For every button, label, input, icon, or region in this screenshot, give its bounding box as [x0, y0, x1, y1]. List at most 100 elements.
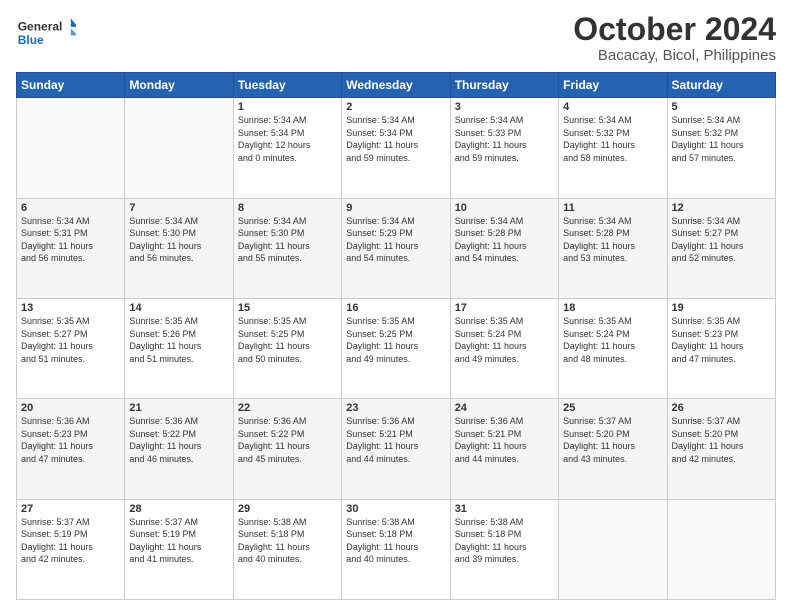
calendar-header-friday: Friday [559, 73, 667, 98]
day-info: Sunrise: 5:37 AM Sunset: 5:19 PM Dayligh… [129, 516, 228, 566]
day-number: 9 [346, 202, 445, 214]
day-info: Sunrise: 5:34 AM Sunset: 5:27 PM Dayligh… [672, 215, 771, 265]
day-info: Sunrise: 5:35 AM Sunset: 5:24 PM Dayligh… [563, 315, 662, 365]
day-info: Sunrise: 5:34 AM Sunset: 5:30 PM Dayligh… [238, 215, 337, 265]
calendar-cell: 23Sunrise: 5:36 AM Sunset: 5:21 PM Dayli… [342, 399, 450, 499]
day-number: 21 [129, 402, 228, 414]
calendar-cell: 19Sunrise: 5:35 AM Sunset: 5:23 PM Dayli… [667, 298, 775, 398]
day-number: 22 [238, 402, 337, 414]
calendar-cell: 24Sunrise: 5:36 AM Sunset: 5:21 PM Dayli… [450, 399, 558, 499]
calendar-header-wednesday: Wednesday [342, 73, 450, 98]
day-number: 5 [672, 101, 771, 113]
day-info: Sunrise: 5:36 AM Sunset: 5:21 PM Dayligh… [455, 415, 554, 465]
day-info: Sunrise: 5:34 AM Sunset: 5:28 PM Dayligh… [455, 215, 554, 265]
calendar-cell [125, 98, 233, 198]
page-title: October 2024 [573, 12, 776, 47]
title-block: October 2024 Bacacay, Bicol, Philippines [573, 12, 776, 64]
day-number: 10 [455, 202, 554, 214]
day-info: Sunrise: 5:36 AM Sunset: 5:22 PM Dayligh… [238, 415, 337, 465]
day-number: 16 [346, 302, 445, 314]
calendar-cell: 29Sunrise: 5:38 AM Sunset: 5:18 PM Dayli… [233, 499, 341, 599]
day-info: Sunrise: 5:34 AM Sunset: 5:33 PM Dayligh… [455, 114, 554, 164]
calendar-header-row: SundayMondayTuesdayWednesdayThursdayFrid… [17, 73, 776, 98]
day-info: Sunrise: 5:34 AM Sunset: 5:32 PM Dayligh… [672, 114, 771, 164]
day-number: 6 [21, 202, 120, 214]
calendar-header-tuesday: Tuesday [233, 73, 341, 98]
calendar-cell: 18Sunrise: 5:35 AM Sunset: 5:24 PM Dayli… [559, 298, 667, 398]
calendar-cell: 9Sunrise: 5:34 AM Sunset: 5:29 PM Daylig… [342, 198, 450, 298]
day-info: Sunrise: 5:34 AM Sunset: 5:28 PM Dayligh… [563, 215, 662, 265]
calendar-cell: 3Sunrise: 5:34 AM Sunset: 5:33 PM Daylig… [450, 98, 558, 198]
day-number: 17 [455, 302, 554, 314]
calendar-cell: 21Sunrise: 5:36 AM Sunset: 5:22 PM Dayli… [125, 399, 233, 499]
day-number: 12 [672, 202, 771, 214]
svg-text:General: General [18, 19, 63, 33]
page-subtitle: Bacacay, Bicol, Philippines [573, 47, 776, 64]
day-info: Sunrise: 5:35 AM Sunset: 5:23 PM Dayligh… [672, 315, 771, 365]
day-number: 26 [672, 402, 771, 414]
day-info: Sunrise: 5:34 AM Sunset: 5:29 PM Dayligh… [346, 215, 445, 265]
day-number: 31 [455, 503, 554, 515]
calendar-cell: 17Sunrise: 5:35 AM Sunset: 5:24 PM Dayli… [450, 298, 558, 398]
page: General Blue October 2024 Bacacay, Bicol… [0, 0, 792, 612]
calendar-cell: 16Sunrise: 5:35 AM Sunset: 5:25 PM Dayli… [342, 298, 450, 398]
calendar-cell: 13Sunrise: 5:35 AM Sunset: 5:27 PM Dayli… [17, 298, 125, 398]
day-info: Sunrise: 5:38 AM Sunset: 5:18 PM Dayligh… [346, 516, 445, 566]
calendar-cell [17, 98, 125, 198]
day-number: 4 [563, 101, 662, 113]
calendar-cell: 30Sunrise: 5:38 AM Sunset: 5:18 PM Dayli… [342, 499, 450, 599]
day-info: Sunrise: 5:35 AM Sunset: 5:25 PM Dayligh… [346, 315, 445, 365]
day-number: 18 [563, 302, 662, 314]
calendar-cell: 6Sunrise: 5:34 AM Sunset: 5:31 PM Daylig… [17, 198, 125, 298]
calendar-header-saturday: Saturday [667, 73, 775, 98]
day-info: Sunrise: 5:34 AM Sunset: 5:30 PM Dayligh… [129, 215, 228, 265]
header: General Blue October 2024 Bacacay, Bicol… [16, 12, 776, 64]
day-info: Sunrise: 5:35 AM Sunset: 5:24 PM Dayligh… [455, 315, 554, 365]
calendar-cell: 5Sunrise: 5:34 AM Sunset: 5:32 PM Daylig… [667, 98, 775, 198]
calendar-header-sunday: Sunday [17, 73, 125, 98]
day-number: 19 [672, 302, 771, 314]
day-info: Sunrise: 5:36 AM Sunset: 5:21 PM Dayligh… [346, 415, 445, 465]
calendar-week-4: 20Sunrise: 5:36 AM Sunset: 5:23 PM Dayli… [17, 399, 776, 499]
calendar-cell: 2Sunrise: 5:34 AM Sunset: 5:34 PM Daylig… [342, 98, 450, 198]
day-info: Sunrise: 5:34 AM Sunset: 5:32 PM Dayligh… [563, 114, 662, 164]
calendar-cell: 1Sunrise: 5:34 AM Sunset: 5:34 PM Daylig… [233, 98, 341, 198]
day-info: Sunrise: 5:38 AM Sunset: 5:18 PM Dayligh… [455, 516, 554, 566]
calendar-cell: 8Sunrise: 5:34 AM Sunset: 5:30 PM Daylig… [233, 198, 341, 298]
calendar-week-5: 27 Sunrise: 5:37 AM Sunset: 5:19 PM Dayli… [17, 499, 776, 599]
day-info: Sunrise: 5:36 AM Sunset: 5:22 PM Dayligh… [129, 415, 228, 465]
day-info: Sunrise: 5:35 AM Sunset: 5:25 PM Dayligh… [238, 315, 337, 365]
day-number: 20 [21, 402, 120, 414]
day-number: 28 [129, 503, 228, 515]
calendar-cell: 25Sunrise: 5:37 AM Sunset: 5:20 PM Dayli… [559, 399, 667, 499]
day-number: 29 [238, 503, 337, 515]
calendar-cell: 22Sunrise: 5:36 AM Sunset: 5:22 PM Dayli… [233, 399, 341, 499]
day-info: Sunrise: 5:37 AM Sunset: 5:20 PM Dayligh… [563, 415, 662, 465]
day-info: Sunrise: 5:34 AM Sunset: 5:34 PM Dayligh… [346, 114, 445, 164]
calendar-table: SundayMondayTuesdayWednesdayThursdayFrid… [16, 72, 776, 600]
day-number: 1 [238, 101, 337, 113]
day-info: Sunrise: 5:34 AM Sunset: 5:34 PM Dayligh… [238, 114, 337, 164]
day-number: 27 [21, 503, 120, 515]
day-number: 30 [346, 503, 445, 515]
day-number: 24 [455, 402, 554, 414]
calendar-cell [667, 499, 775, 599]
calendar-week-2: 6Sunrise: 5:34 AM Sunset: 5:31 PM Daylig… [17, 198, 776, 298]
calendar-cell: 11Sunrise: 5:34 AM Sunset: 5:28 PM Dayli… [559, 198, 667, 298]
day-number: 25 [563, 402, 662, 414]
day-info: Sunrise: 5:37 AM Sunset: 5:20 PM Dayligh… [672, 415, 771, 465]
calendar-cell: 27Sunrise: 5:37 AM Sunset: 5:19 PM Dayli… [17, 499, 125, 599]
day-info: Sunrise: 5:38 AM Sunset: 5:18 PM Dayligh… [238, 516, 337, 566]
calendar-week-3: 13Sunrise: 5:35 AM Sunset: 5:27 PM Dayli… [17, 298, 776, 398]
calendar-cell: 7Sunrise: 5:34 AM Sunset: 5:30 PM Daylig… [125, 198, 233, 298]
day-info: Sunrise: 5:36 AM Sunset: 5:23 PM Dayligh… [21, 415, 120, 465]
calendar-week-1: 1Sunrise: 5:34 AM Sunset: 5:34 PM Daylig… [17, 98, 776, 198]
day-number: 14 [129, 302, 228, 314]
calendar-cell: 28Sunrise: 5:37 AM Sunset: 5:19 PM Dayli… [125, 499, 233, 599]
calendar-cell: 31Sunrise: 5:38 AM Sunset: 5:18 PM Dayli… [450, 499, 558, 599]
logo: General Blue [16, 12, 76, 52]
day-number: 2 [346, 101, 445, 113]
day-number: 11 [563, 202, 662, 214]
day-number: 13 [21, 302, 120, 314]
calendar-header-monday: Monday [125, 73, 233, 98]
